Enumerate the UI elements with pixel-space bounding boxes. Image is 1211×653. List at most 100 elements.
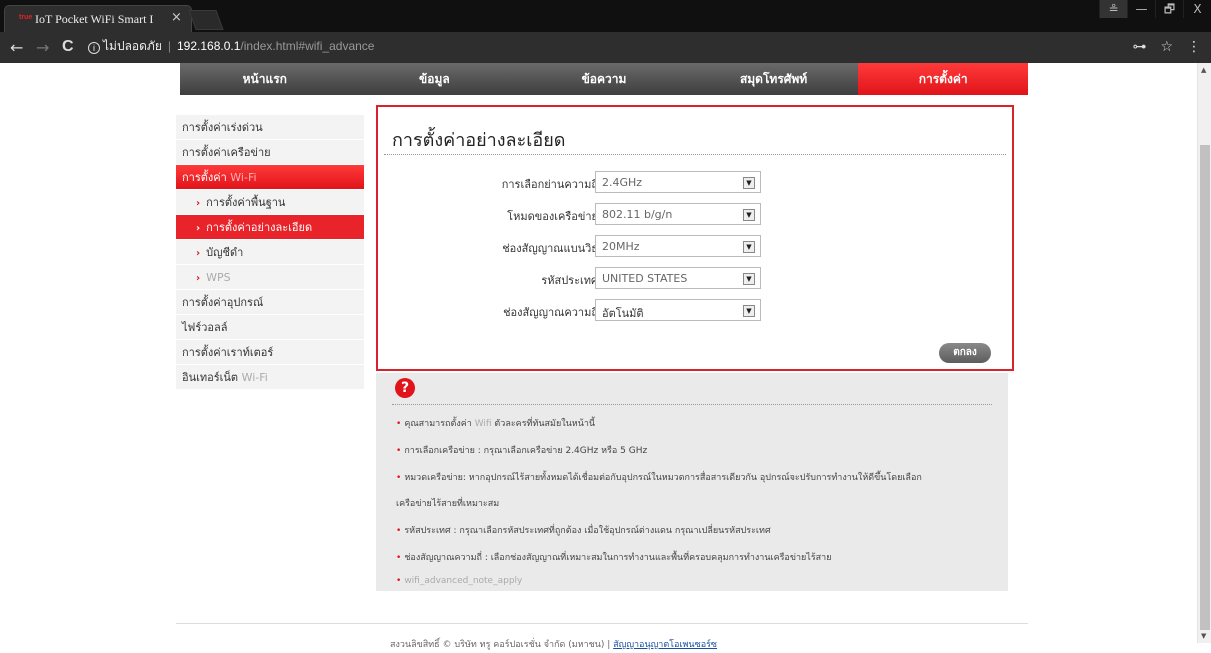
- nav-phonebook[interactable]: สมุดโทรศัพท์: [689, 63, 859, 95]
- info-icon[interactable]: i: [88, 42, 100, 54]
- toolbar-actions: ⊶ ☆ ⋮: [1132, 39, 1201, 55]
- nav-home[interactable]: หน้าแรก: [180, 63, 350, 95]
- help-line: • รหัสประเทศ : กรุณาเลือกรหัสประเทศที่ถูก…: [396, 526, 771, 536]
- sidebar-item-quick-setup[interactable]: การตั้งค่าเร่งด่วน: [176, 115, 364, 140]
- help-line: • wifi_advanced_note_apply: [396, 576, 523, 586]
- dropdown-arrow-icon: ▼: [743, 209, 755, 221]
- reload-icon[interactable]: C: [62, 38, 74, 56]
- nav-settings[interactable]: การตั้งค่า: [858, 63, 1028, 95]
- country-row: รหัสประเทศ UNITED STATES ▼: [378, 267, 1012, 289]
- sidebar-item-advanced[interactable]: › การตั้งค่าอย่างละเอียด: [176, 215, 364, 240]
- window-controls: ≗ — 🗗 X: [1099, 0, 1211, 18]
- bandwidth-value: 20MHz: [602, 240, 640, 253]
- bookmark-star-icon[interactable]: ☆: [1160, 39, 1173, 55]
- maximize-button[interactable]: 🗗: [1155, 0, 1183, 18]
- profile-icon[interactable]: ≗: [1099, 0, 1127, 18]
- chevron-right-icon: ›: [196, 223, 201, 234]
- back-icon[interactable]: ←: [10, 38, 23, 57]
- help-line: • ช่องสัญญาณความถี่ : เลือกช่องสัญญาณที่เ…: [396, 553, 832, 563]
- browser-titlebar: true IoT Pocket WiFi Smart I × ≗ — 🗗 X: [0, 0, 1211, 32]
- bandwidth-select[interactable]: 20MHz ▼: [595, 235, 761, 257]
- country-label: รหัสประเทศ: [541, 274, 598, 287]
- address-bar[interactable]: i ไม่ปลอดภัย | 192.168.0.1/index.html#wifi_…: [88, 37, 374, 56]
- sidebar-item-network[interactable]: การตั้งค่าเครือข่าย: [176, 140, 364, 165]
- minimize-button[interactable]: —: [1127, 0, 1155, 18]
- sidebar-item-device[interactable]: การตั้งค่าอุปกรณ์: [176, 290, 364, 315]
- true-logo-icon: true: [19, 14, 33, 21]
- sidebar-item-label: WPS: [206, 271, 231, 284]
- band-select[interactable]: 2.4GHz ▼: [595, 171, 761, 193]
- sidebar-item-wps[interactable]: › WPS: [176, 265, 364, 290]
- new-tab-button[interactable]: [188, 10, 224, 30]
- bandwidth-label: ช่องสัญญาณแบนวิธ: [502, 242, 598, 255]
- sidebar-item-label-wifi: Wi-Fi: [241, 371, 268, 384]
- sidebar-item-label: การตั้งค่าพื้นฐาน: [206, 196, 286, 209]
- sidebar-item-firewall[interactable]: ไฟร์วอลล์: [176, 315, 364, 340]
- security-label: ไม่ปลอดภัย: [103, 39, 162, 53]
- country-value: UNITED STATES: [602, 272, 688, 285]
- channel-value: อัตโนมัติ: [602, 307, 644, 320]
- network-mode-row: โหมดของเครือข่าย 802.11 b/g/n ▼: [378, 203, 1012, 225]
- close-window-button[interactable]: X: [1183, 0, 1211, 18]
- browser-tab[interactable]: true IoT Pocket WiFi Smart I ×: [4, 5, 192, 32]
- sidebar-item-blacklist[interactable]: › บัญชีดำ: [176, 240, 364, 265]
- chevron-right-icon: ›: [196, 273, 201, 284]
- url-host: 192.168.0.1: [176, 39, 241, 53]
- url-path: /index.html#wifi_advance: [240, 39, 375, 53]
- help-line: • หมวดเครือข่าย: หากอุปกรณ์ไร้สายทั้งหมดไ…: [396, 473, 922, 483]
- scroll-thumb[interactable]: [1200, 145, 1210, 630]
- sidebar-item-label: บัญชีดำ: [206, 246, 244, 259]
- sidebar-item-internet-wifi[interactable]: อินเทอร์เน็ต Wi-Fi: [176, 365, 364, 390]
- ok-button[interactable]: ตกลง: [939, 343, 991, 363]
- sidebar-item-router[interactable]: การตั้งค่าเราท์เตอร์: [176, 340, 364, 365]
- footer: สงวนลิขสิทธิ์ © บริษัท ทรู คอร์ปอเรชั่น …: [390, 640, 718, 650]
- key-icon[interactable]: ⊶: [1132, 39, 1146, 55]
- tab-title: IoT Pocket WiFi Smart I: [35, 12, 154, 26]
- advanced-settings-panel: การตั้งค่าอย่างละเอียด การเลือกย่านความถ…: [376, 105, 1014, 371]
- divider: [384, 154, 1006, 155]
- dropdown-arrow-icon: ▼: [743, 241, 755, 253]
- nav-info[interactable]: ข้อมูล: [350, 63, 520, 95]
- chevron-right-icon: ›: [196, 198, 201, 209]
- network-mode-select[interactable]: 802.11 b/g/n ▼: [595, 203, 761, 225]
- chevron-right-icon: ›: [196, 248, 201, 259]
- country-select[interactable]: UNITED STATES ▼: [595, 267, 761, 289]
- bandwidth-row: ช่องสัญญาณแบนวิธ 20MHz ▼: [378, 235, 1012, 257]
- help-line: • คุณสามารถตั้งค่า Wifi ตัวละครที่ทันสมัย…: [396, 419, 596, 429]
- scroll-up-icon[interactable]: ▲: [1201, 66, 1206, 74]
- sidebar-item-basic[interactable]: › การตั้งค่าพื้นฐาน: [176, 190, 364, 215]
- browser-menu-icon[interactable]: ⋮: [1187, 39, 1201, 55]
- page-scrollbar[interactable]: ▲ ▼: [1197, 63, 1211, 643]
- channel-select[interactable]: อัตโนมัติ ▼: [595, 299, 761, 321]
- sidebar-item-label-wifi: Wi-Fi: [230, 171, 257, 184]
- sidebar-item-wifi-settings[interactable]: การตั้งค่า Wi-Fi: [176, 165, 364, 190]
- scroll-down-icon[interactable]: ▼: [1201, 632, 1206, 640]
- dropdown-arrow-icon: ▼: [743, 305, 755, 317]
- main-nav: หน้าแรก ข้อมูล ข้อความ สมุดโทรศัพท์ การต…: [180, 63, 1028, 95]
- nav-messages[interactable]: ข้อความ: [519, 63, 689, 95]
- sidebar: การตั้งค่าเร่งด่วน การตั้งค่าเครือข่าย ก…: [176, 115, 364, 390]
- band-label: การเลือกย่านความถี่: [501, 178, 598, 191]
- band-row: การเลือกย่านความถี่ 2.4GHz ▼: [378, 171, 1012, 193]
- network-mode-value: 802.11 b/g/n: [602, 208, 673, 221]
- browser-toolbar: ← → C i ไม่ปลอดภัย | 192.168.0.1/index.html…: [0, 32, 1211, 63]
- help-box: ? • คุณสามารถตั้งค่า Wifi ตัวละครที่ทันสม…: [376, 373, 1008, 591]
- copyright-text: สงวนลิขสิทธิ์ © บริษัท ทรู คอร์ปอเรชั่น …: [390, 640, 605, 650]
- divider: [392, 404, 992, 405]
- forward-icon[interactable]: →: [36, 38, 49, 57]
- tab-close-icon[interactable]: ×: [171, 10, 182, 25]
- help-question-icon: ?: [395, 378, 415, 398]
- channel-label: ช่องสัญญาณความถี่: [503, 306, 598, 319]
- sidebar-item-label: อินเทอร์เน็ต: [182, 371, 242, 384]
- open-source-license-link[interactable]: สัญญาอนุญาตโอเพนซอร์ซ: [613, 640, 717, 650]
- help-line: เครือข่ายไร้สายที่เหมาะสม: [396, 499, 500, 509]
- page-title: การตั้งค่าอย่างละเอียด: [392, 130, 566, 151]
- dropdown-arrow-icon: ▼: [743, 177, 755, 189]
- dropdown-arrow-icon: ▼: [743, 273, 755, 285]
- help-line: • การเลือกเครือข่าย : กรุณาเลือกเครือข่าย…: [396, 446, 648, 456]
- sidebar-item-label: การตั้งค่าอย่างละเอียด: [206, 221, 313, 234]
- footer-divider: [176, 623, 1028, 624]
- sidebar-item-label: การตั้งค่า: [182, 171, 231, 184]
- channel-row: ช่องสัญญาณความถี่ อัตโนมัติ ▼: [378, 299, 1012, 321]
- page-viewport: หน้าแรก ข้อมูล ข้อความ สมุดโทรศัพท์ การต…: [0, 63, 1211, 653]
